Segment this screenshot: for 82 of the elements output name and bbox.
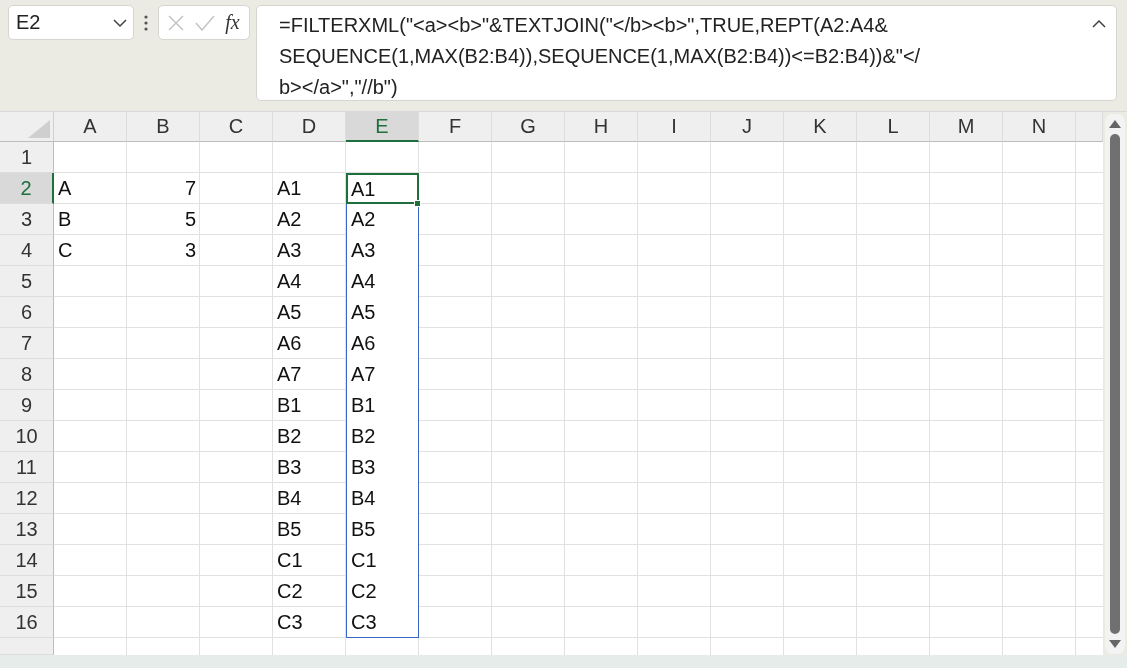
- formula-text-line: b></a>","//b"): [279, 75, 399, 100]
- spill-range-cell: A4: [346, 266, 419, 297]
- spill-range-cell: B1: [346, 390, 419, 421]
- column-header[interactable]: B: [127, 112, 200, 142]
- cell-text: A7: [277, 363, 302, 386]
- spill-range-cell: C3: [346, 607, 419, 638]
- cell-text: C1: [277, 549, 303, 572]
- row-header[interactable]: 4: [0, 235, 54, 266]
- column-header[interactable]: G: [492, 112, 565, 142]
- row-header[interactable]: 7: [0, 328, 54, 359]
- row-header[interactable]: 8: [0, 359, 54, 390]
- row-header[interactable]: 13: [0, 514, 54, 545]
- cell-text: B: [58, 208, 72, 231]
- scroll-up-icon[interactable]: [1109, 120, 1121, 128]
- row-header[interactable]: 3: [0, 204, 54, 235]
- column-header[interactable]: M: [930, 112, 1003, 142]
- spill-range-cell: C2: [346, 576, 419, 607]
- cell-text: A2: [277, 208, 302, 231]
- cell-text: B3: [277, 456, 302, 479]
- row-header[interactable]: 12: [0, 483, 54, 514]
- row-header[interactable]: 2: [0, 173, 54, 204]
- vertical-scrollbar[interactable]: [1105, 114, 1125, 654]
- column-header[interactable]: C: [200, 112, 273, 142]
- spill-range-cell: B2: [346, 421, 419, 452]
- collapse-chevron-icon[interactable]: [1092, 20, 1106, 28]
- dropdown-chevron-icon[interactable]: [113, 18, 127, 27]
- column-header[interactable]: L: [857, 112, 930, 142]
- cell-text: C2: [277, 580, 303, 603]
- spill-range-cell: B5: [346, 514, 419, 545]
- cell-text: A3: [277, 239, 302, 262]
- spill-range-cell: A7: [346, 359, 419, 390]
- checkmark-icon[interactable]: [194, 14, 215, 31]
- formula-text-line: =FILTERXML("<a><b>"&TEXTJOIN("</b><b>",TRUE,REPT(A2:A4&: [279, 13, 889, 38]
- cell-text: A: [58, 177, 72, 200]
- insert-function-button[interactable]: fx: [225, 11, 240, 34]
- column-header[interactable]: D: [273, 112, 346, 142]
- cell-text: B5: [277, 518, 302, 541]
- cell-text: B2: [277, 425, 302, 448]
- row-header[interactable]: 5: [0, 266, 54, 297]
- formula-bar[interactable]: =FILTERXML("<a><b>"&TEXTJOIN("</b><b>",TRUE,REPT(A2:A4& SEQUENCE(1,MAX(B2:B4)),SEQUENCE(1,MAX(B2:B4))<=B2:B4))&"</ b></a>","//b"): [256, 5, 1117, 101]
- row-header[interactable]: 14: [0, 545, 54, 576]
- cell-reference: E2: [16, 11, 41, 34]
- cell-text: C: [58, 239, 73, 262]
- formula-text-line: SEQUENCE(1,MAX(B2:B4)),SEQUENCE(1,MAX(B2:B4))<=B2:B4))&"</: [279, 44, 921, 69]
- spill-range-cell: A5: [346, 297, 419, 328]
- scroll-down-icon[interactable]: [1109, 640, 1121, 648]
- cell-text: A4: [277, 270, 302, 293]
- row-header[interactable]: 6: [0, 297, 54, 328]
- column-header[interactable]: I: [638, 112, 711, 142]
- cell-text: 3: [184, 239, 196, 262]
- name-box[interactable]: E2: [8, 5, 134, 40]
- row-header[interactable]: 15: [0, 576, 54, 607]
- spill-range-cell: B3: [346, 452, 419, 483]
- row-header[interactable]: 9: [0, 390, 54, 421]
- row-header[interactable]: 11: [0, 452, 54, 483]
- fill-handle[interactable]: [414, 200, 421, 207]
- cell-text: 7: [184, 177, 196, 200]
- cell-text: B1: [277, 394, 302, 417]
- cell-text: C3: [277, 611, 303, 634]
- spill-range-cell: A2: [346, 204, 419, 235]
- column-header[interactable]: J: [711, 112, 784, 142]
- more-options-icon[interactable]: [144, 15, 148, 31]
- row-header[interactable]: 16: [0, 607, 54, 638]
- cell-text: B4: [277, 487, 302, 510]
- column-header[interactable]: E: [346, 112, 419, 142]
- column-header[interactable]: H: [565, 112, 638, 142]
- spill-range-cell: B4: [346, 483, 419, 514]
- cell-text: A1: [277, 177, 302, 200]
- cell-text: A6: [277, 332, 302, 355]
- column-header[interactable]: N: [1003, 112, 1076, 142]
- row-header[interactable]: 10: [0, 421, 54, 452]
- spill-range-cell: A6: [346, 328, 419, 359]
- column-header[interactable]: K: [784, 112, 857, 142]
- spill-range-cell: C1: [346, 545, 419, 576]
- column-header[interactable]: F: [419, 112, 492, 142]
- cell-text: A5: [277, 301, 302, 324]
- spill-range-cell: A3: [346, 235, 419, 266]
- column-header[interactable]: A: [54, 112, 127, 142]
- scrollbar-thumb[interactable]: [1110, 134, 1120, 634]
- active-cell[interactable]: A1: [346, 173, 419, 204]
- row-header[interactable]: 1: [0, 142, 54, 173]
- cell-text: 5: [184, 208, 196, 231]
